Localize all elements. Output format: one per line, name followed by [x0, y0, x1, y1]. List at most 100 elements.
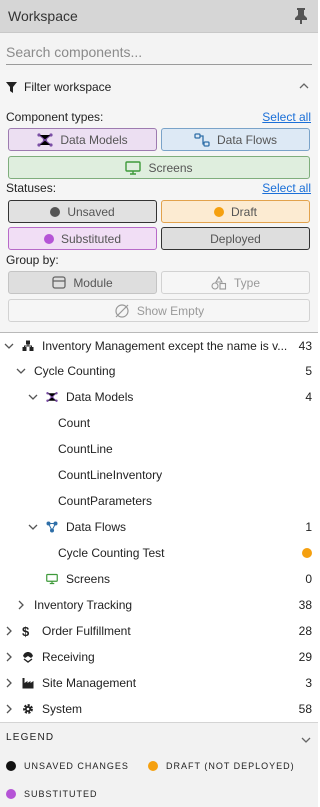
search-bar	[0, 33, 318, 70]
tree-node-cycle-counting[interactable]: Cycle Counting 5	[0, 358, 318, 384]
legend-item-label: DRAFT (NOT DEPLOYED)	[166, 761, 295, 771]
tree-node-label: Screens	[66, 572, 111, 586]
chevron-right-icon[interactable]	[16, 600, 26, 610]
tree-node-receiving[interactable]: Receiving 29	[0, 644, 318, 670]
box-icon	[52, 276, 66, 289]
tree-leaf-cycle-counting-test[interactable]: Cycle Counting Test	[0, 540, 318, 566]
draft-chip[interactable]: Draft	[161, 200, 310, 223]
show-empty-chip[interactable]: Show Empty	[8, 299, 310, 322]
screens-chip[interactable]: Screens	[8, 156, 310, 179]
tree-node-system[interactable]: System 58	[0, 696, 318, 722]
tree-node-count: 5	[305, 364, 312, 378]
chevron-right-icon[interactable]	[4, 626, 14, 636]
funnel-icon	[6, 81, 17, 93]
filter-toggle[interactable]: Filter workspace	[0, 74, 318, 100]
screen-icon	[46, 573, 58, 585]
pin-icon[interactable]	[293, 7, 309, 25]
chevron-right-icon[interactable]	[4, 704, 14, 714]
tree-node-label: Data Flows	[66, 520, 127, 534]
tree-node-site-management[interactable]: Site Management 3	[0, 670, 318, 696]
group-by-type-chip[interactable]: Type	[161, 271, 310, 294]
tree-node-count: 38	[298, 598, 312, 612]
component-types-label: Component types:	[6, 110, 104, 124]
tree-node-screens[interactable]: Screens 0	[0, 566, 318, 592]
factory-icon	[22, 677, 34, 689]
substituted-chip[interactable]: Substituted	[8, 227, 157, 250]
data-flow-icon	[46, 521, 58, 533]
tree-node-label: Data Models	[66, 390, 134, 404]
chevron-down-icon[interactable]	[28, 392, 38, 402]
chevron-up-icon[interactable]	[299, 79, 309, 89]
data-models-chip-label: Data Models	[60, 132, 128, 147]
deployed-chip[interactable]: Deployed	[161, 227, 310, 250]
substituted-dot-icon	[6, 789, 16, 799]
tree-node-count: 29	[298, 650, 312, 664]
tree-leaf-countlineinventory[interactable]: CountLineInventory	[0, 462, 318, 488]
legend-item-label: UNSAVED CHANGES	[24, 761, 129, 771]
legend-item-draft: DRAFT (NOT DEPLOYED)	[148, 761, 295, 771]
draft-chip-label: Draft	[230, 204, 257, 219]
screen-icon	[125, 160, 142, 175]
data-flows-chip[interactable]: Data Flows	[161, 128, 310, 151]
chevron-right-icon[interactable]	[4, 678, 14, 688]
tree-node-label: Count	[58, 416, 91, 430]
screens-chip-label: Screens	[148, 160, 193, 175]
unsaved-chip[interactable]: Unsaved	[8, 200, 157, 223]
chevron-down-icon[interactable]	[16, 366, 26, 376]
panel-header: Workspace	[0, 0, 318, 33]
gear-icon	[22, 703, 34, 715]
tree-node-label: System	[42, 702, 83, 716]
tree-node-data-flows[interactable]: Data Flows 1	[0, 514, 318, 540]
tree-leaf-countline[interactable]: CountLine	[0, 436, 318, 462]
tree-node-inventory-tracking[interactable]: Inventory Tracking 38	[0, 592, 318, 618]
receiving-icon	[22, 651, 34, 663]
tree-node-label: Receiving	[42, 650, 95, 664]
component-tree: Inventory Management except the name is …	[0, 333, 318, 722]
tree-node-label: Site Management	[42, 676, 137, 690]
unsaved-dot-icon	[6, 761, 16, 771]
tree-node-count: 43	[298, 339, 312, 353]
chevron-down-icon[interactable]	[301, 733, 311, 743]
tree-node-count: 4	[305, 390, 312, 404]
hidden-icon	[114, 303, 130, 319]
search-input[interactable]	[6, 39, 312, 65]
deployed-chip-label: Deployed	[210, 231, 261, 246]
data-flows-chip-label: Data Flows	[216, 132, 278, 147]
chevron-right-icon[interactable]	[4, 652, 14, 662]
select-all-statuses-link[interactable]: Select all	[262, 181, 311, 195]
tree-leaf-count[interactable]: Count	[0, 410, 318, 436]
statuses-label: Statuses:	[6, 181, 57, 195]
tree-node-label: Inventory Tracking	[34, 598, 133, 612]
tree-node-order-fulfillment[interactable]: $ Order Fulfillment 28	[0, 618, 318, 644]
chevron-down-icon[interactable]	[4, 341, 14, 351]
legend-title: LEGEND	[6, 732, 55, 743]
filter-title: Filter workspace	[24, 80, 112, 94]
draft-dot-icon	[213, 206, 224, 217]
tree-node-count: 3	[305, 676, 312, 690]
select-all-types-link[interactable]: Select all	[262, 110, 311, 124]
show-empty-label: Show Empty	[136, 303, 205, 318]
tree-node-label: CountLine	[58, 442, 113, 456]
tree-node-label: Cycle Counting	[34, 364, 116, 378]
group-by-label: Group by:	[6, 253, 59, 267]
legend-item-label: SUBSTITUTED	[24, 789, 98, 799]
legend-item-substituted: SUBSTITUTED	[6, 789, 98, 799]
substituted-dot-icon	[43, 233, 54, 244]
tree-node-inventory-management[interactable]: Inventory Management except the name is …	[0, 333, 318, 359]
panel-title: Workspace	[8, 8, 78, 24]
substituted-chip-label: Substituted	[60, 231, 122, 246]
tree-leaf-countparameters[interactable]: CountParameters	[0, 488, 318, 514]
tree-node-label: CountLineInventory	[58, 468, 163, 482]
data-models-chip[interactable]: Data Models	[8, 128, 157, 151]
tree-node-label: Inventory Management except the name is …	[42, 339, 288, 353]
dollar-icon: $	[22, 623, 30, 639]
tree-node-data-models[interactable]: Data Models 4	[0, 384, 318, 410]
legend-panel: LEGEND UNSAVED CHANGES DRAFT (NOT DEPLOY…	[0, 722, 318, 807]
group-by-module-label: Module	[73, 275, 113, 290]
group-by-module-chip[interactable]: Module	[8, 271, 157, 294]
data-model-icon	[46, 391, 58, 403]
shapes-icon	[211, 275, 227, 290]
group-by-type-label: Type	[233, 275, 260, 290]
unsaved-chip-label: Unsaved	[67, 204, 115, 219]
chevron-down-icon[interactable]	[28, 522, 38, 532]
